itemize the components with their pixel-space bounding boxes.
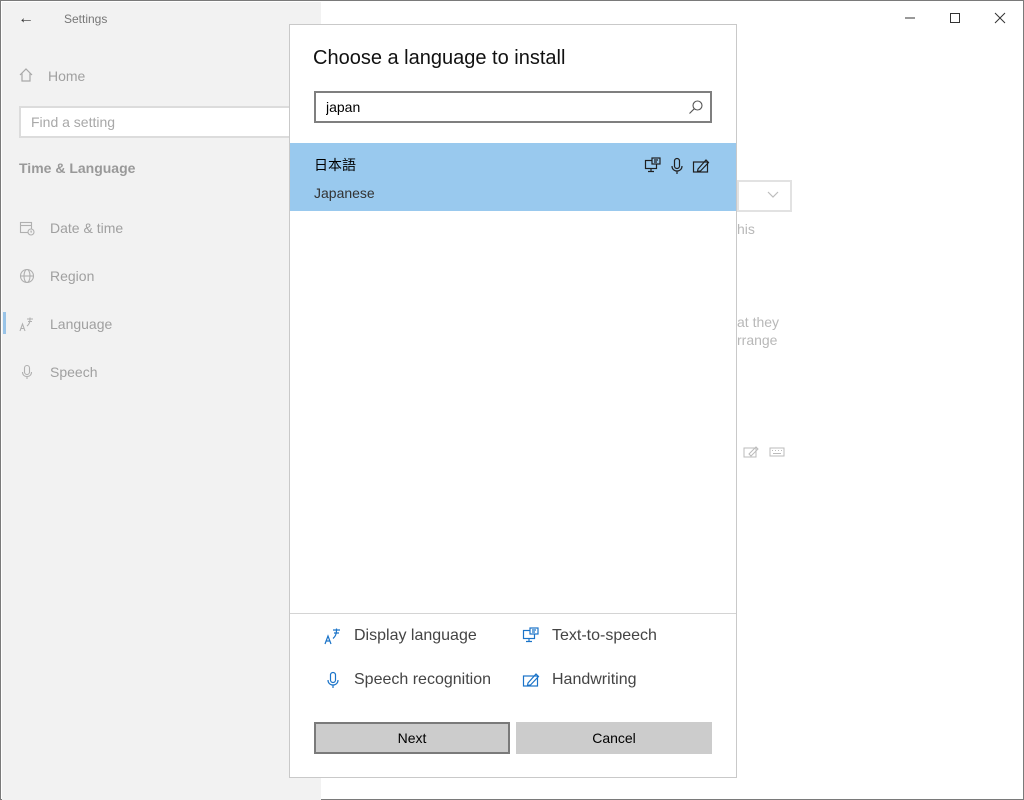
cancel-button[interactable]: Cancel xyxy=(516,722,712,754)
background-text: at they xyxy=(737,314,780,330)
sidebar-item-label: Home xyxy=(48,68,86,84)
legend-text-to-speech: Text-to-speech xyxy=(522,627,657,645)
handwriting-icon xyxy=(743,445,759,464)
section-title: Time & Language xyxy=(19,160,136,176)
language-result-japanese[interactable]: 日本語 Japanese xyxy=(290,143,736,211)
maximize-button[interactable] xyxy=(940,7,970,29)
language-feature-icons xyxy=(644,157,710,175)
legend-display-language: Display language xyxy=(324,627,477,645)
sidebar-item-label: Date & time xyxy=(50,220,124,236)
legend-handwriting: Handwriting xyxy=(522,671,636,689)
text-to-speech-icon xyxy=(522,627,540,645)
close-button[interactable] xyxy=(985,7,1015,29)
sidebar-item-date-time[interactable]: Date & time xyxy=(18,216,123,240)
sidebar-item-language[interactable]: Language xyxy=(18,312,112,336)
legend-label: Handwriting xyxy=(552,671,637,688)
keyboard-icon xyxy=(769,445,785,464)
language-icon xyxy=(18,315,36,333)
maximize-icon xyxy=(950,13,960,23)
background-text: his xyxy=(737,221,755,237)
close-icon xyxy=(994,12,1006,24)
legend-divider xyxy=(290,613,736,614)
background-dropdown[interactable] xyxy=(737,180,792,212)
globe-icon xyxy=(18,267,36,285)
app-title: Settings xyxy=(64,12,108,26)
speech-recognition-icon xyxy=(668,157,686,175)
choose-language-dialog: Choose a language to install 日本語 Japanes… xyxy=(289,24,737,778)
next-button[interactable]: Next xyxy=(314,722,510,754)
microphone-icon xyxy=(18,363,36,381)
sidebar-item-region[interactable]: Region xyxy=(18,264,94,288)
language-native-name: 日本語 xyxy=(314,158,356,174)
legend-label: Display language xyxy=(354,627,477,644)
legend-speech-recognition: Speech recognition xyxy=(324,671,491,689)
display-language-icon xyxy=(324,627,342,645)
dialog-title: Choose a language to install xyxy=(313,47,566,69)
language-search-input[interactable] xyxy=(316,93,710,121)
back-button[interactable]: ← xyxy=(12,8,40,30)
background-text: rrange xyxy=(737,332,778,348)
active-indicator xyxy=(3,312,6,334)
handwriting-icon xyxy=(522,671,540,689)
language-search[interactable] xyxy=(314,91,712,123)
text-to-speech-icon xyxy=(644,157,662,175)
sidebar-item-label: Speech xyxy=(50,364,98,380)
language-english-name: Japanese xyxy=(314,185,375,201)
minimize-icon xyxy=(905,17,915,19)
settings-window: ← Settings Home Time & Language Date & t… xyxy=(0,0,1024,800)
sidebar-item-speech[interactable]: Speech xyxy=(18,360,97,384)
minimize-button[interactable] xyxy=(895,7,925,29)
chevron-down-icon xyxy=(766,187,780,204)
calendar-clock-icon xyxy=(18,219,36,237)
search-icon[interactable] xyxy=(688,99,704,115)
speech-recognition-icon xyxy=(324,671,342,689)
back-arrow-icon: ← xyxy=(18,10,34,27)
sidebar-item-home[interactable]: Home xyxy=(18,64,85,88)
home-icon xyxy=(18,67,34,86)
handwriting-icon xyxy=(692,157,710,175)
find-setting-input[interactable] xyxy=(21,108,300,136)
background-feature-icons xyxy=(743,445,785,464)
settings-sidebar: ← Settings Home Time & Language Date & t… xyxy=(2,2,321,800)
sidebar-item-label: Region xyxy=(50,268,95,284)
legend-label: Speech recognition xyxy=(354,671,491,688)
sidebar-item-label: Language xyxy=(50,316,113,332)
legend-label: Text-to-speech xyxy=(552,627,657,644)
find-setting-search[interactable] xyxy=(19,106,302,138)
